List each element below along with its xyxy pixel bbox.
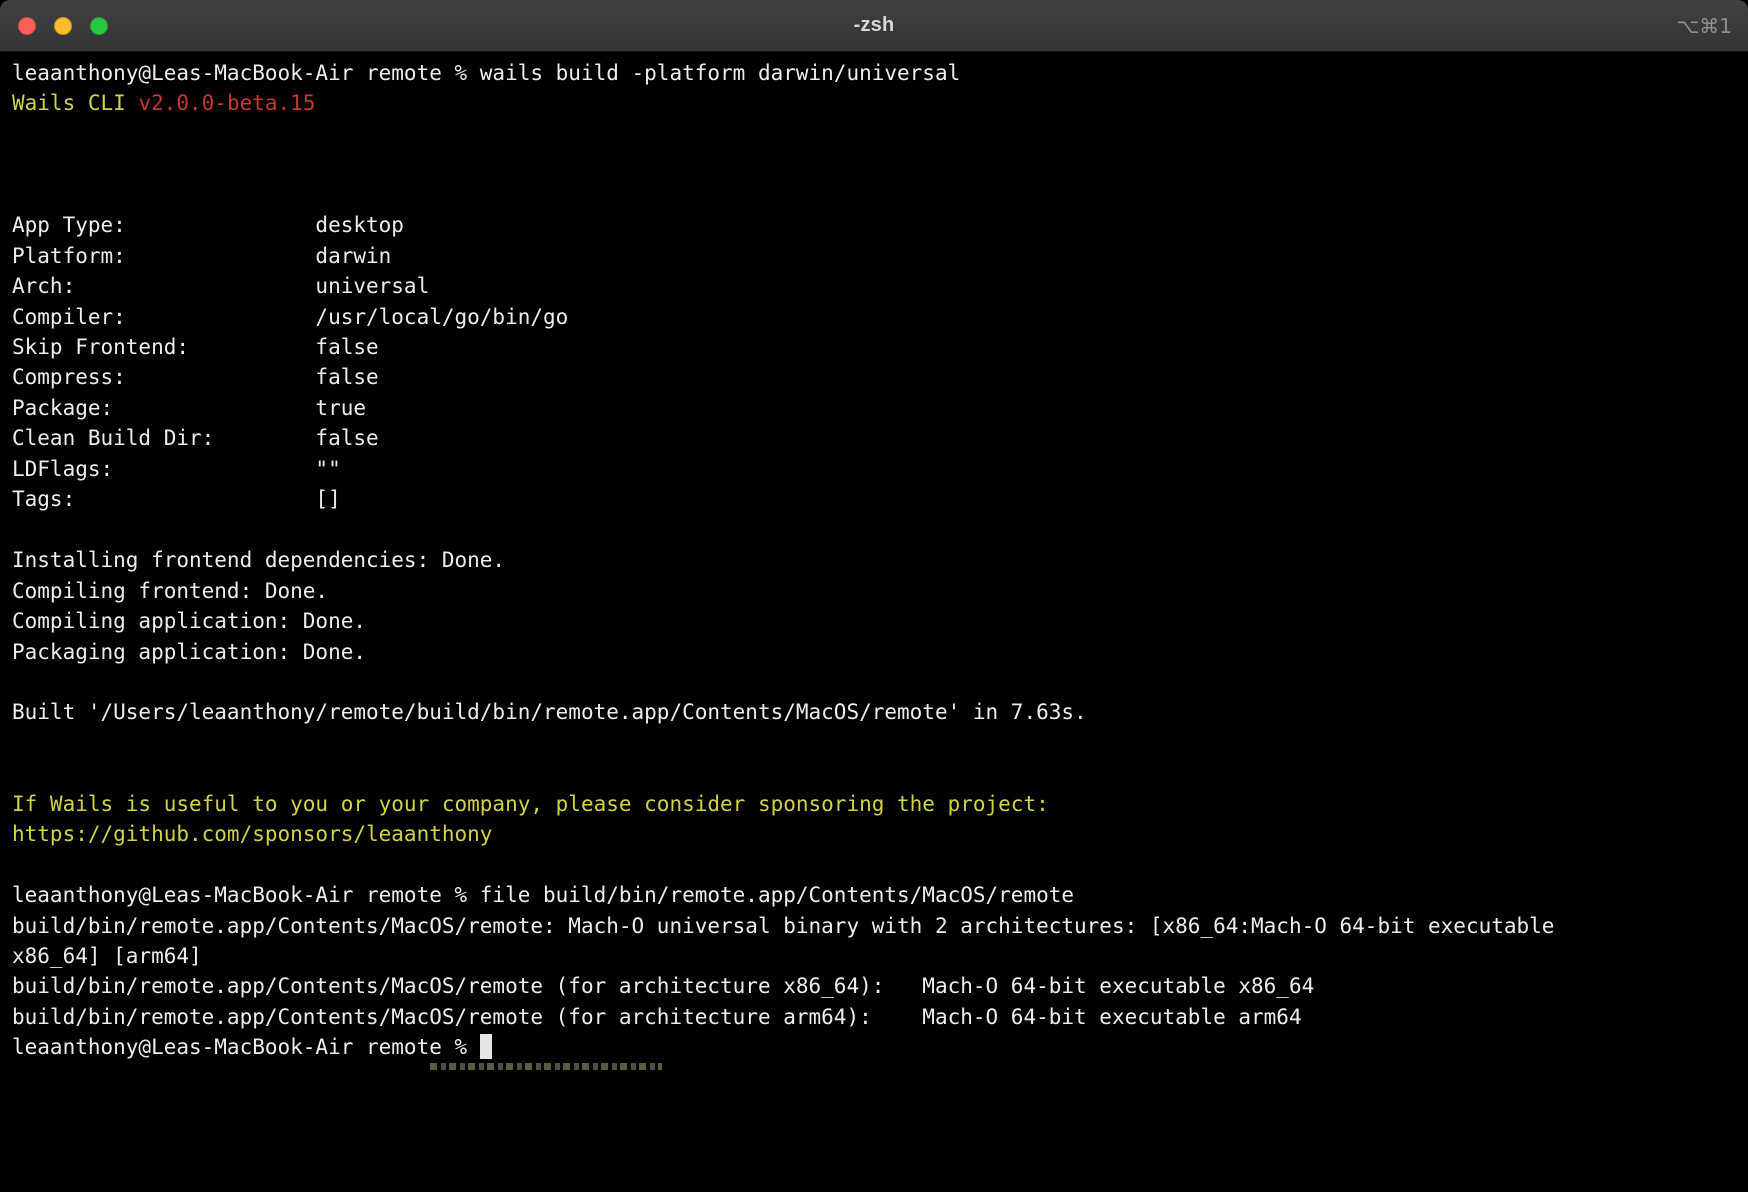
terminal-line: If Wails is useful to you or your compan…: [12, 789, 1736, 819]
terminal-line: leaanthony@Leas-MacBook-Air remote %: [12, 1032, 1736, 1062]
terminal-text-segment: Arch: universal: [12, 274, 429, 298]
terminal-line: leaanthony@Leas-MacBook-Air remote % fil…: [12, 880, 1736, 910]
terminal-line: [12, 119, 1736, 149]
terminal-line: build/bin/remote.app/Contents/MacOS/remo…: [12, 911, 1736, 941]
terminal-line: https://github.com/sponsors/leaanthony: [12, 819, 1736, 849]
terminal-text-segment: v2.0.0-beta.15: [138, 91, 315, 115]
terminal-line: Clean Build Dir: false: [12, 423, 1736, 453]
terminal-text-segment: Package: true: [12, 396, 366, 420]
terminal-line: [12, 850, 1736, 880]
terminal-text-segment: If Wails is useful to you or your compan…: [12, 792, 1049, 816]
terminal-line: [12, 728, 1736, 758]
terminal-text-segment: https://github.com/sponsors/leaanthony: [12, 822, 492, 846]
terminal-line: Tags: []: [12, 484, 1736, 514]
terminal-line: [12, 667, 1736, 697]
terminal-line: Compiler: /usr/local/go/bin/go: [12, 302, 1736, 332]
terminal-line: Compiling frontend: Done.: [12, 576, 1736, 606]
terminal-text-segment: leaanthony@Leas-MacBook-Air remote % wai…: [12, 61, 960, 85]
terminal-text-segment: LDFlags: "": [12, 457, 341, 481]
terminal-text-segment: Installing frontend dependencies: Done.: [12, 548, 505, 572]
terminal-text-segment: Skip Frontend: false: [12, 335, 379, 359]
terminal-text-segment: Built '/Users/leaanthony/remote/build/bi…: [12, 700, 1087, 724]
terminal-text-segment: x86_64] [arm64]: [12, 944, 202, 968]
terminal-text-segment: Clean Build Dir: false: [12, 426, 379, 450]
terminal-text-segment: Wails CLI: [12, 91, 138, 115]
terminal-line: Packaging application: Done.: [12, 637, 1736, 667]
terminal-text-segment: Packaging application: Done.: [12, 640, 366, 664]
terminal-text-segment: build/bin/remote.app/Contents/MacOS/remo…: [12, 914, 1554, 938]
terminal-line: Installing frontend dependencies: Done.: [12, 545, 1736, 575]
terminal-line: Compiling application: Done.: [12, 606, 1736, 636]
terminal-line: build/bin/remote.app/Contents/MacOS/remo…: [12, 1002, 1736, 1032]
terminal-line: App Type: desktop: [12, 210, 1736, 240]
terminal-text-segment: Platform: darwin: [12, 244, 391, 268]
terminal-line: [12, 758, 1736, 788]
terminal-line: Platform: darwin: [12, 241, 1736, 271]
terminal-line: [12, 180, 1736, 210]
terminal-text-segment: leaanthony@Leas-MacBook-Air remote % fil…: [12, 883, 1074, 907]
terminal-line: LDFlags: "": [12, 454, 1736, 484]
zoom-button[interactable]: [90, 17, 108, 35]
terminal-line: Wails CLI v2.0.0-beta.15: [12, 88, 1736, 118]
terminal-line: [12, 149, 1736, 179]
close-button[interactable]: [18, 17, 36, 35]
terminal-line: Skip Frontend: false: [12, 332, 1736, 362]
terminal-text-segment: build/bin/remote.app/Contents/MacOS/remo…: [12, 974, 1314, 998]
terminal-line: Arch: universal: [12, 271, 1736, 301]
titlebar[interactable]: -zsh ⌥⌘1: [0, 0, 1748, 52]
terminal-window: -zsh ⌥⌘1 leaanthony@Leas-MacBook-Air rem…: [0, 0, 1748, 1192]
terminal-text-segment: build/bin/remote.app/Contents/MacOS/remo…: [12, 1005, 1302, 1029]
terminal-cursor: [480, 1034, 492, 1059]
terminal-text-segment: Compiler: /usr/local/go/bin/go: [12, 305, 568, 329]
titlebar-shortcut: ⌥⌘1: [1676, 0, 1732, 52]
terminal-line: Built '/Users/leaanthony/remote/build/bi…: [12, 697, 1736, 727]
terminal-text-segment: Tags: []: [12, 487, 341, 511]
terminal-line: Package: true: [12, 393, 1736, 423]
terminal-output[interactable]: leaanthony@Leas-MacBook-Air remote % wai…: [0, 52, 1748, 1063]
terminal-text-segment: App Type: desktop: [12, 213, 404, 237]
terminal-line: build/bin/remote.app/Contents/MacOS/remo…: [12, 971, 1736, 1001]
terminal-line: Compress: false: [12, 362, 1736, 392]
terminal-line: leaanthony@Leas-MacBook-Air remote % wai…: [12, 58, 1736, 88]
terminal-text-segment: Compiling application: Done.: [12, 609, 366, 633]
terminal-line: x86_64] [arm64]: [12, 941, 1736, 971]
minimize-button[interactable]: [54, 17, 72, 35]
terminal-text-segment: Compress: false: [12, 365, 379, 389]
terminal-text-segment: leaanthony@Leas-MacBook-Air remote %: [12, 1035, 480, 1059]
terminal-text-segment: Compiling frontend: Done.: [12, 579, 328, 603]
clipped-bottom-artifact: [430, 1063, 662, 1070]
terminal-line: [12, 515, 1736, 545]
window-title: -zsh: [854, 14, 895, 37]
traffic-lights: [18, 17, 108, 35]
